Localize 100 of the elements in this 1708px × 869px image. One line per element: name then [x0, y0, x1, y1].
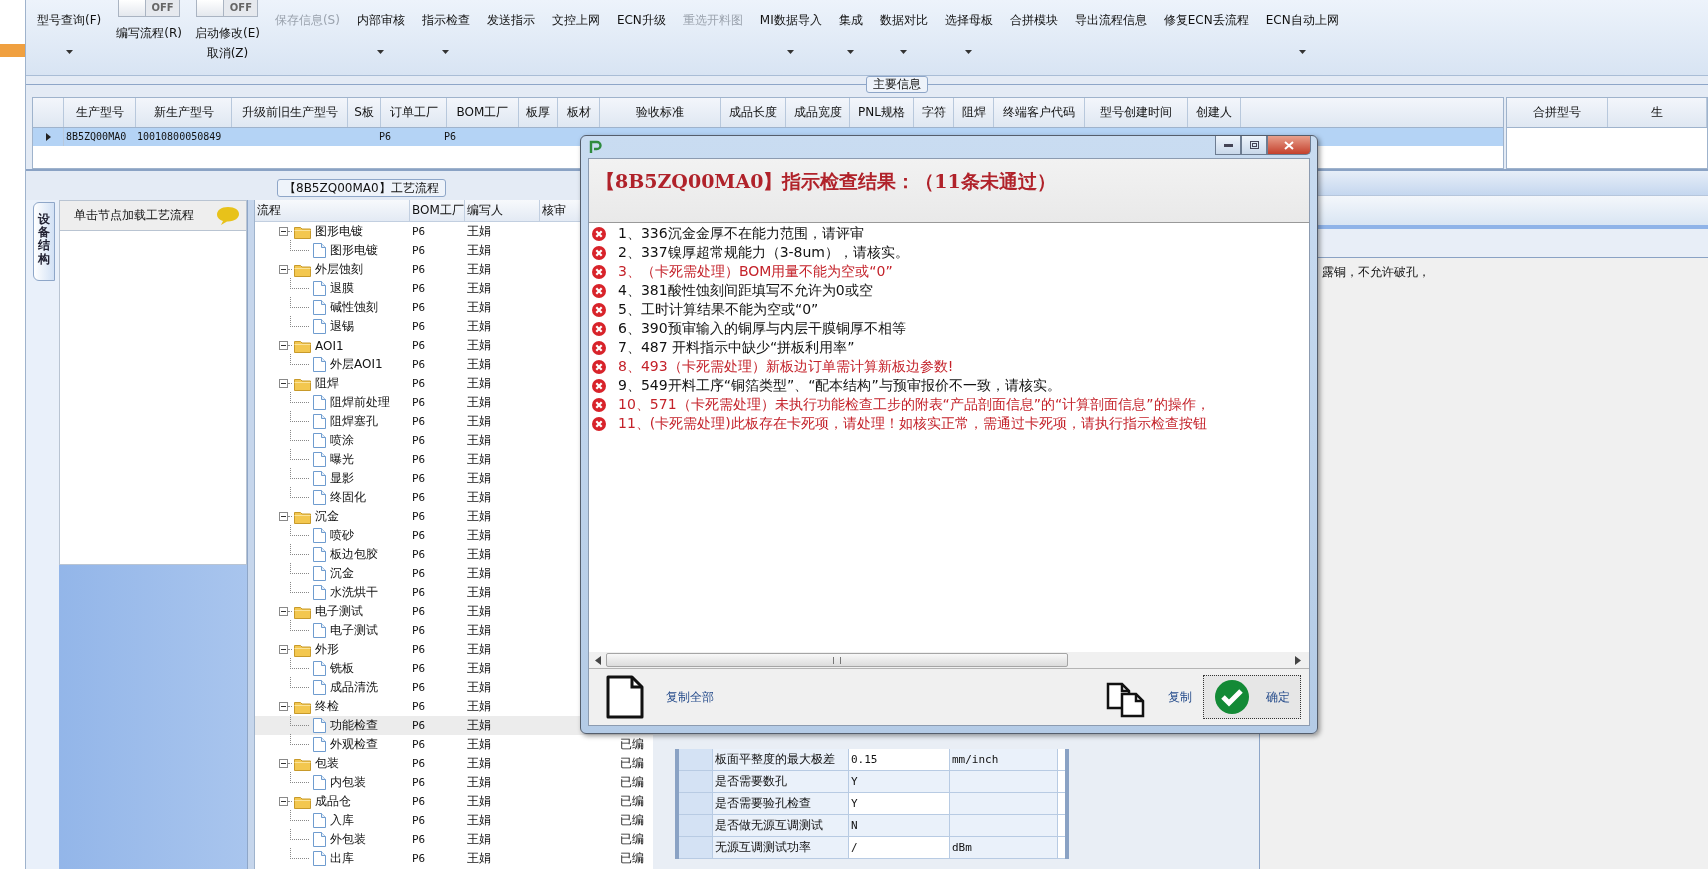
column-header[interactable]: 新生产型号: [136, 98, 232, 127]
tree-row[interactable]: 外观检查 P6 王娟 已编: [255, 735, 655, 754]
column-header[interactable]: BOM工厂: [447, 98, 519, 127]
error-icon: [592, 245, 606, 260]
tree-row[interactable]: 电子测试 P6 王娟: [255, 621, 655, 640]
page-icon: [313, 623, 326, 638]
tree-row[interactable]: 终固化 P6 王娟: [255, 488, 655, 507]
error-icon: [592, 226, 606, 241]
column-header[interactable]: 订单工厂: [381, 98, 447, 127]
tree-row[interactable]: 入库 P6 王娟 已编: [255, 811, 655, 830]
collapse-icon[interactable]: [279, 341, 288, 350]
toolbar-button[interactable]: 文控上网: [549, 0, 602, 56]
tree-row[interactable]: 外形 P6 王娟: [255, 640, 655, 659]
toolbar-button[interactable]: ECN升级: [614, 0, 668, 56]
ok-button[interactable]: 确定: [1203, 675, 1301, 719]
toolbar-button[interactable]: 合拼模块: [1007, 0, 1060, 56]
collapse-icon[interactable]: [279, 702, 288, 711]
tree-row[interactable]: 出库 P6 王娟 已编: [255, 849, 655, 868]
column-header[interactable]: S板: [348, 98, 381, 127]
tree-row[interactable]: 沉金 P6 王娟: [255, 507, 655, 526]
toolbar-button[interactable]: 发送指示: [484, 0, 537, 56]
toggle-switch[interactable]: OFF: [118, 0, 181, 17]
tree-row[interactable]: 曝光 P6 王娟: [255, 450, 655, 469]
collapse-icon[interactable]: [279, 227, 288, 236]
scroll-left-icon[interactable]: [595, 655, 601, 665]
tree-row[interactable]: 外包装 P6 王娟 已编: [255, 830, 655, 849]
column-header[interactable]: BOM工厂: [410, 200, 465, 221]
toolbar-button[interactable]: 选择母板: [942, 0, 995, 56]
toolbar-button[interactable]: 取消(Z): [206, 45, 249, 62]
column-header[interactable]: 合拼型号: [1507, 98, 1608, 127]
collapse-icon[interactable]: [279, 607, 288, 616]
column-header[interactable]: 生产型号: [64, 98, 136, 127]
toolbar-button[interactable]: 内部审核: [354, 0, 407, 56]
close-button[interactable]: [1267, 136, 1311, 155]
column-header[interactable]: 创建人: [1188, 98, 1241, 127]
tree-row[interactable]: 内包装 P6 王娟 已编: [255, 773, 655, 792]
column-header[interactable]: 板材: [558, 98, 600, 127]
toggle-switch[interactable]: OFF: [196, 0, 259, 17]
tree-row[interactable]: 喷砂 P6 王娟: [255, 526, 655, 545]
tree-row[interactable]: 电子测试 P6 王娟: [255, 602, 655, 621]
toolbar-button[interactable]: 集成: [836, 0, 865, 56]
page-icon: [313, 319, 326, 334]
table-cell-text: P6: [443, 130, 458, 144]
column-header[interactable]: 流程: [255, 200, 410, 221]
collapse-icon[interactable]: [279, 512, 288, 521]
horizontal-scrollbar[interactable]: [589, 652, 1309, 668]
minimize-button[interactable]: [1215, 136, 1241, 155]
toolbar-button[interactable]: 导出流程信息: [1072, 0, 1149, 56]
toggle-label: 编写流程(R): [116, 25, 182, 42]
column-header[interactable]: 成品宽度: [786, 98, 850, 127]
collapse-icon[interactable]: [279, 759, 288, 768]
copy-button[interactable]: 复制: [1101, 675, 1203, 719]
column-header[interactable]: 终端客户代码: [994, 98, 1085, 127]
side-tab[interactable]: 设备结构: [33, 202, 55, 281]
column-header[interactable]: 生: [1608, 98, 1707, 127]
tree-row[interactable]: 显影 P6 王娟: [255, 469, 655, 488]
tree-row[interactable]: 水洗烘干 P6 王娟: [255, 583, 655, 602]
page-icon: [313, 737, 326, 752]
tree-row[interactable]: 喷涂 P6 王娟: [255, 431, 655, 450]
scroll-right-icon[interactable]: [1295, 655, 1301, 665]
toolbar-button[interactable]: 修复ECN丢流程: [1161, 0, 1251, 56]
collapse-icon[interactable]: [279, 797, 288, 806]
table-cell-text: 10010800050849: [136, 130, 223, 144]
page-icon: [313, 661, 326, 676]
column-header[interactable]: 字符: [914, 98, 954, 127]
toolbar-button[interactable]: ECN自动上网: [1263, 0, 1341, 56]
tree-row[interactable]: 沉金 P6 王娟: [255, 564, 655, 583]
maximize-button[interactable]: [1241, 136, 1267, 155]
collapse-icon[interactable]: [279, 265, 288, 274]
column-header[interactable]: 阻焊: [954, 98, 994, 127]
toolbar-button[interactable]: 数据对比: [877, 0, 930, 56]
message-text: 1、336沉金金厚不在能力范围，请评审: [618, 224, 864, 243]
message-text: 7、487 开料指示中缺少“拼板利用率”: [618, 339, 855, 358]
column-header[interactable]: 升级前旧生产型号: [232, 98, 348, 127]
collapse-icon[interactable]: [279, 645, 288, 654]
message-text: 11、(卡死需处理)此板存在卡死项，请处理！如核实正常，需通过卡死项，请执行指示检查按钮: [618, 415, 1207, 434]
column-header[interactable]: PNL规格: [850, 98, 914, 127]
column-header[interactable]: 编写人: [465, 200, 540, 221]
page-icon: [313, 775, 326, 790]
tree-row[interactable]: 包装 P6 王娟 已编: [255, 754, 655, 773]
group-title: 主要信息: [866, 76, 928, 93]
toolbar-button[interactable]: MI数据导入: [757, 0, 824, 56]
page-icon: [313, 243, 326, 258]
tree-row[interactable]: 板边包胶 P6 王娟: [255, 545, 655, 564]
page-icon: [313, 414, 326, 429]
scroll-thumb[interactable]: [606, 653, 1068, 667]
tree-row[interactable]: 铣板 P6 王娟: [255, 659, 655, 678]
table-cell: Y: [849, 793, 950, 814]
splitter-handle[interactable]: [247, 200, 254, 869]
collapse-icon[interactable]: [279, 379, 288, 388]
column-header[interactable]: 板厚: [519, 98, 558, 127]
column-header[interactable]: 型号创建时间: [1085, 98, 1188, 127]
toolbar-button[interactable]: 型号查询(F): [35, 0, 104, 56]
toolbar-button[interactable]: 指示检查: [419, 0, 472, 56]
column-header[interactable]: 验收标准: [600, 98, 721, 127]
dropdown-arrow-icon: [847, 50, 855, 54]
column-header[interactable]: 成品长度: [721, 98, 786, 127]
tree-row[interactable]: 成品仓 P6 王娟 已编: [255, 792, 655, 811]
table-cell: 是否需要数孔: [713, 771, 849, 792]
folder-icon: [294, 224, 311, 239]
